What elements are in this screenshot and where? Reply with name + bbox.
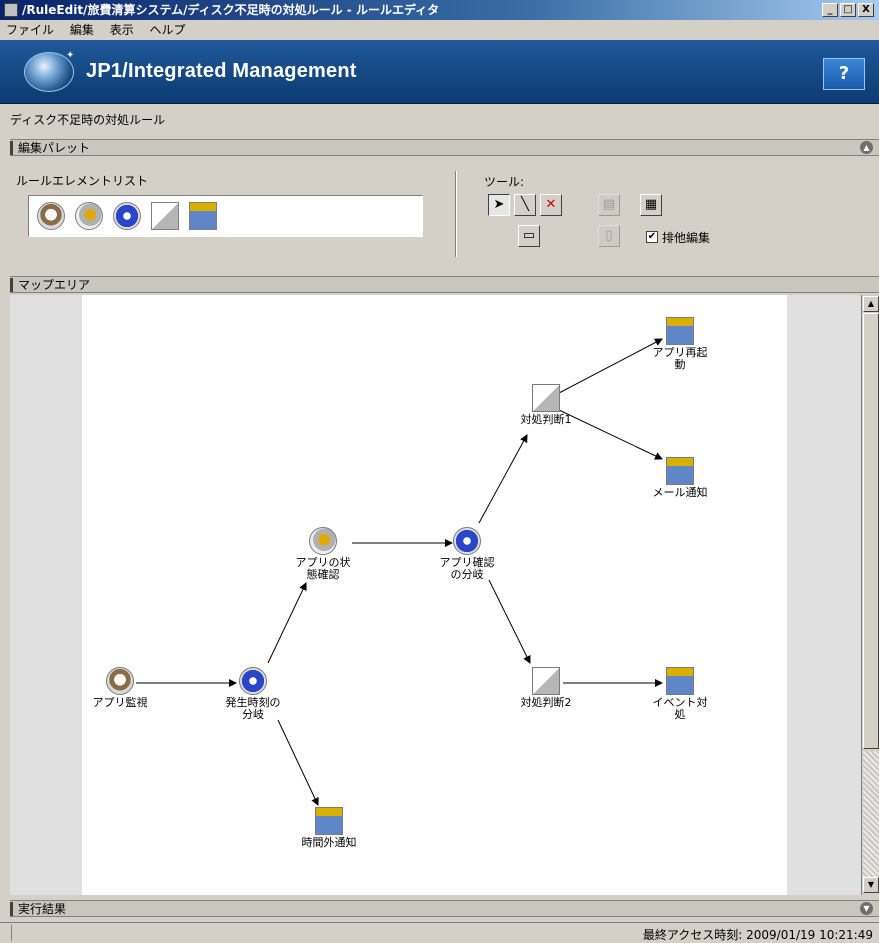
edge-confirm-to-judge1 (478, 434, 528, 524)
node-label: 対処判断2 (520, 696, 572, 709)
monitor-icon (106, 667, 134, 695)
help-button[interactable]: ? (823, 58, 865, 90)
gear-icon[interactable] (75, 202, 103, 230)
menu-file[interactable]: ファイル (6, 23, 54, 37)
menubar: ファイル 編集 表示 ヘルプ (0, 20, 879, 40)
branch-icon (239, 667, 267, 695)
statusbar: 最終アクセス時刻: 2009/01/19 10:21:49 (0, 922, 879, 943)
connection-lines (136, 338, 663, 806)
layout-tool-icon[interactable]: ▭ (518, 225, 540, 247)
rule-element-list-label: ルールエレメントリスト (16, 174, 149, 188)
menu-view[interactable]: 表示 (110, 23, 134, 37)
node-app-confirm-branch[interactable]: アプリ確認の分岐 (412, 527, 522, 581)
scroll-track[interactable] (863, 751, 879, 877)
node-mail-notify[interactable]: メール通知 (625, 457, 735, 499)
window-titlebar: /RuleEdit/旅費清算システム/ディスク不足時の対処ルール - ルールエデ… (0, 0, 879, 20)
exclusive-edit-checkbox[interactable]: ✔ (646, 231, 658, 243)
action-icon[interactable] (189, 202, 217, 230)
grid-tool-icon[interactable]: ▦ (640, 194, 662, 216)
judge-icon[interactable] (151, 202, 179, 230)
node-label: アプリ監視 (92, 696, 148, 709)
sparkle-icon: ✦ (66, 50, 75, 61)
product-banner: ✦ JP1/Integrated Management ? (0, 40, 879, 104)
app-icon (4, 3, 18, 17)
select-tool-icon[interactable]: ➤ (488, 194, 510, 216)
action-icon (666, 667, 694, 695)
node-offhours-notify[interactable]: 時間外通知 (274, 807, 384, 849)
delete-tool-icon[interactable]: ▯ (598, 225, 620, 247)
branch-icon (453, 527, 481, 555)
monitor-icon[interactable] (37, 202, 65, 230)
node-label: イベント対処 (652, 696, 708, 721)
scroll-thumb[interactable] (863, 313, 879, 749)
branch-icon[interactable] (113, 202, 141, 230)
node-label: アプリ確認の分岐 (439, 556, 495, 581)
connect-tool-icon[interactable]: ╲ (514, 194, 536, 216)
gear-icon (309, 527, 337, 555)
product-name: JP1/Integrated Management (86, 60, 357, 82)
node-label: 対処判断1 (520, 413, 572, 426)
map-area-header: マップエリア (10, 276, 879, 293)
maximize-button[interactable]: □ (840, 3, 856, 17)
disconnect-tool-icon[interactable]: ✕ (540, 194, 562, 216)
results-header[interactable]: 実行結果 ▼ (10, 900, 879, 917)
map-area: アプリ監視 発生時刻の分岐 アプリの状態確認 アプリ確認の分岐 対処判断1 対処… (10, 295, 879, 895)
node-judge2[interactable]: 対処判断2 (491, 667, 601, 709)
node-label: 発生時刻の分岐 (225, 696, 281, 721)
edge-time-branch-to-app-state (267, 582, 307, 664)
node-label: アプリ再起動 (652, 346, 708, 371)
action-icon (666, 457, 694, 485)
close-button[interactable]: X (858, 3, 874, 17)
node-label: アプリの状態確認 (295, 556, 351, 581)
node-label: 時間外通知 (301, 836, 357, 849)
copy-tool-icon[interactable]: ▤ (598, 194, 620, 216)
expand-icon[interactable]: ▼ (860, 902, 873, 915)
node-time-branch[interactable]: 発生時刻の分岐 (198, 667, 308, 721)
map-canvas[interactable]: アプリ監視 発生時刻の分岐 アプリの状態確認 アプリ確認の分岐 対処判断1 対処… (82, 295, 787, 895)
menu-help[interactable]: ヘルプ (150, 23, 186, 37)
palette-header[interactable]: 編集パレット ▲ (10, 139, 879, 156)
vertical-scrollbar[interactable]: ▲ ▼ (861, 295, 879, 895)
last-access-time: 最終アクセス時刻: 2009/01/19 10:21:49 (642, 928, 873, 942)
node-app-restart[interactable]: アプリ再起動 (625, 317, 735, 371)
node-app-monitor[interactable]: アプリ監視 (65, 667, 175, 709)
node-label: メール通知 (652, 486, 708, 499)
minimize-button[interactable]: _ (822, 3, 838, 17)
scroll-up-icon[interactable]: ▲ (863, 296, 879, 312)
scroll-down-icon[interactable]: ▼ (863, 877, 879, 893)
palette-divider (455, 171, 457, 257)
edge-time-branch-to-offhours (277, 719, 319, 806)
edge-confirm-to-judge2 (488, 579, 531, 664)
node-event-handle[interactable]: イベント対処 (625, 667, 735, 721)
map-area-header-label: マップエリア (18, 278, 91, 292)
judge-icon (532, 384, 560, 412)
menu-edit[interactable]: 編集 (70, 23, 94, 37)
status-grip (0, 925, 12, 941)
edit-palette: ルールエレメントリスト ツール: ➤ ╲ ✕ ▤ ▦ ▭ ▯ ✔ 排他編集 (10, 157, 879, 263)
collapse-icon[interactable]: ▲ (860, 141, 873, 154)
rule-element-list (28, 195, 423, 237)
window-title: /RuleEdit/旅費清算システム/ディスク不足時の対処ルール - ルールエデ… (22, 3, 440, 17)
judge-icon (532, 667, 560, 695)
action-icon (315, 807, 343, 835)
node-app-state[interactable]: アプリの状態確認 (268, 527, 378, 581)
node-judge1[interactable]: 対処判断1 (491, 384, 601, 426)
action-icon (666, 317, 694, 345)
exclusive-edit-label: 排他編集 (662, 231, 711, 245)
rule-name: ディスク不足時の対処ルール (0, 105, 879, 135)
palette-header-label: 編集パレット (18, 141, 91, 155)
tools-label: ツール: (484, 175, 525, 189)
results-header-label: 実行結果 (18, 902, 67, 916)
